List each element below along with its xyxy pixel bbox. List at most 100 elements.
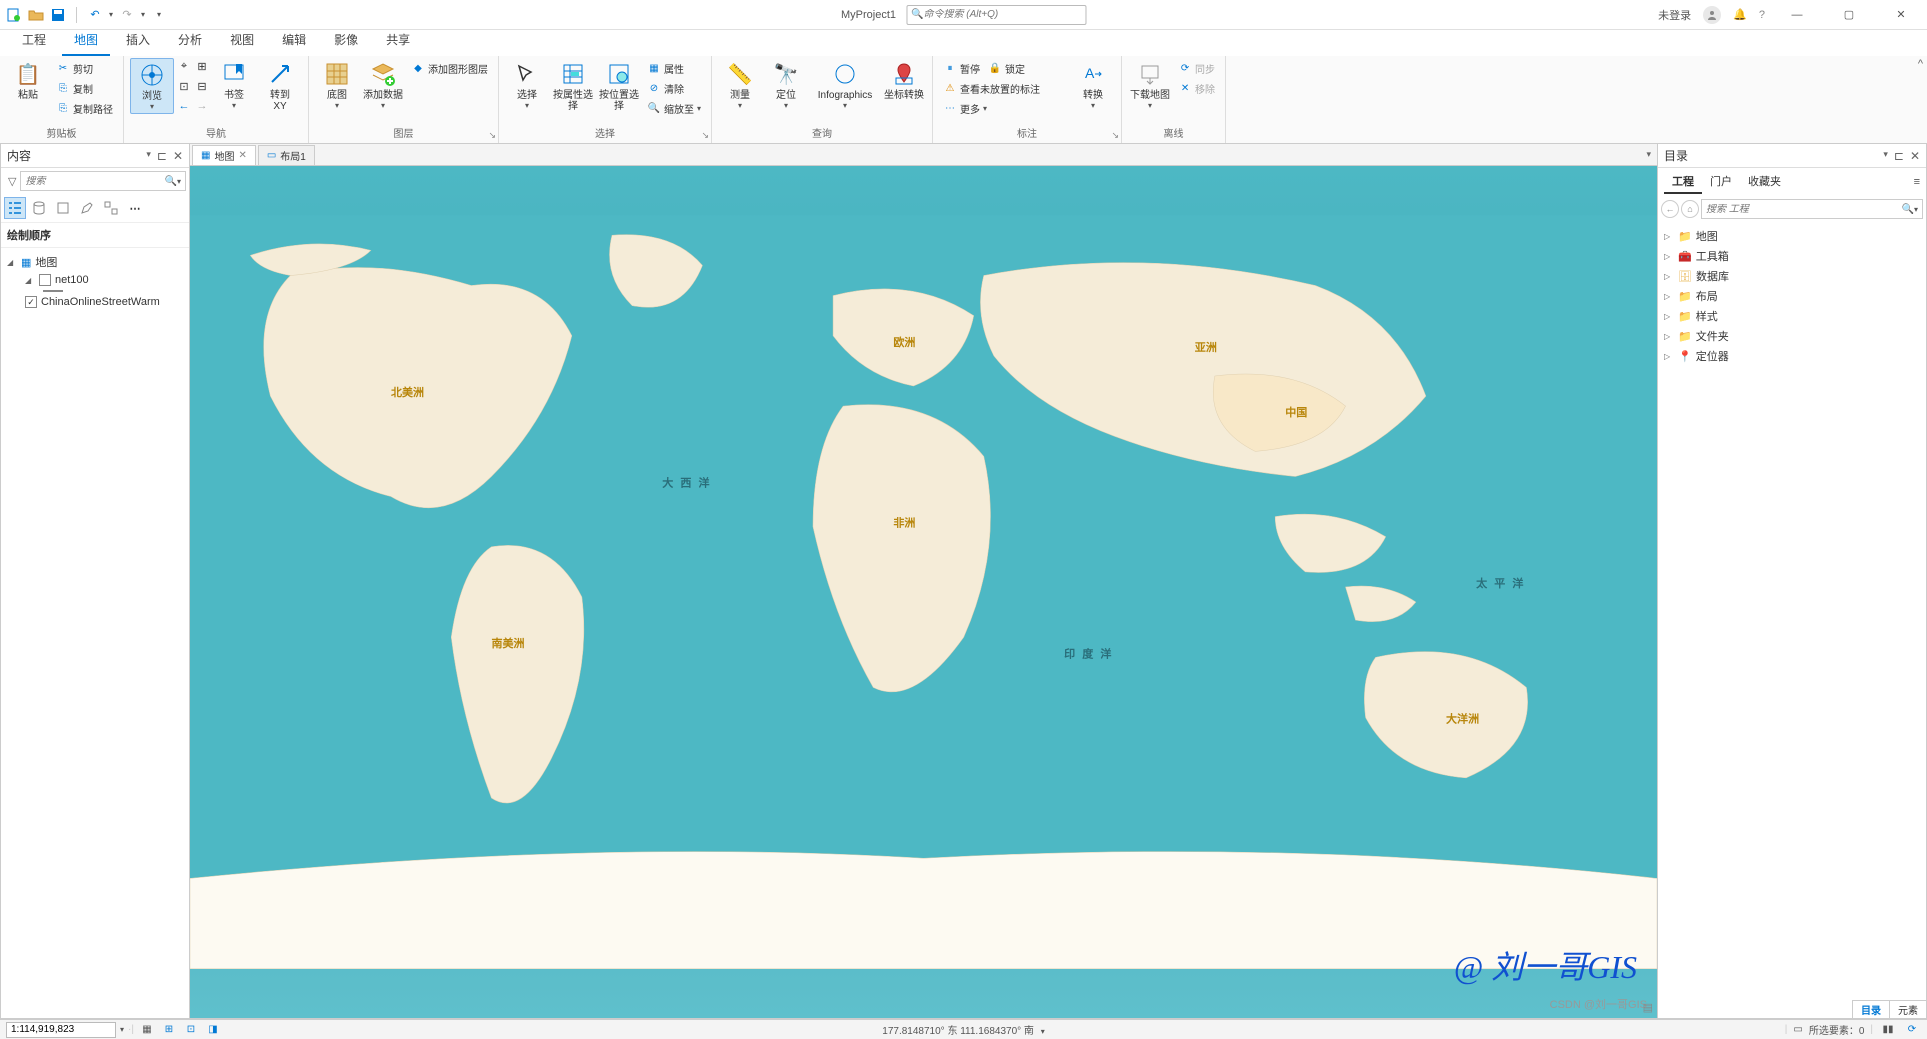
catalog-search[interactable]: 🔍 ▾ (1701, 199, 1923, 219)
layer-checkbox[interactable] (39, 274, 51, 286)
explore-dropdown[interactable]: ▾ (150, 102, 154, 111)
collapse-ribbon-icon[interactable]: ^ (1918, 58, 1923, 70)
zoom-in-icon[interactable]: ⊡ (176, 78, 192, 94)
new-project-icon[interactable] (6, 7, 22, 23)
next-extent-icon[interactable]: → (194, 98, 210, 114)
tab-project[interactable]: 工程 (10, 27, 58, 56)
scale-input[interactable] (6, 1022, 116, 1038)
map-tab-layout[interactable]: ▭ 布局1 (258, 145, 315, 165)
prev-extent-icon[interactable]: ← (176, 98, 192, 114)
refresh-icon[interactable]: ⟳ (1903, 1022, 1921, 1038)
bookmarks-button[interactable]: 书签 ▾ (212, 58, 256, 112)
map-options-icon[interactable]: ▤ (1643, 1001, 1653, 1014)
bottom-tab-catalog[interactable]: 目录 (1853, 1001, 1890, 1018)
bottom-tab-element[interactable]: 元素 (1890, 1001, 1926, 1018)
select-by-attr-button[interactable]: 按属性选择 (551, 58, 595, 114)
cut-button[interactable]: ✂剪切 (52, 58, 117, 78)
add-data-button[interactable]: 添加数据 ▾ (361, 58, 405, 112)
status-extent-icon[interactable]: ▦ (138, 1022, 156, 1038)
goto-xy-button[interactable]: 转到 XY (258, 58, 302, 114)
catalog-item-folders[interactable]: ▷📁文件夹 (1660, 326, 1924, 346)
catalog-item-databases[interactable]: ▷🗄数据库 (1660, 266, 1924, 286)
tab-map[interactable]: 地图 (62, 27, 110, 56)
pause-labels-button[interactable]: ⏸暂停 (939, 58, 984, 78)
list-by-selection-icon[interactable] (52, 197, 74, 219)
locate-dropdown[interactable]: ▾ (784, 101, 788, 110)
search-dropdown[interactable]: ▾ (177, 177, 181, 186)
copy-button[interactable]: ⎘复制 (52, 78, 117, 98)
add-graphics-button[interactable]: ◆添加图形图层 (407, 58, 492, 78)
close-button[interactable]: ✕ (1881, 1, 1921, 29)
catalog-item-toolboxes[interactable]: ▷🧰工具箱 (1660, 246, 1924, 266)
layer-net100[interactable]: ◢ net100 (3, 272, 187, 288)
zoom-out-icon[interactable]: ⊟ (194, 78, 210, 94)
status-dynamic-icon[interactable]: ◨ (204, 1022, 222, 1038)
open-project-icon[interactable] (28, 7, 44, 23)
selection-launcher-icon[interactable]: ↘ (701, 130, 709, 141)
list-by-editing-icon[interactable] (76, 197, 98, 219)
tab-edit[interactable]: 编辑 (270, 27, 318, 56)
tab-insert[interactable]: 插入 (114, 27, 162, 56)
undo-icon[interactable]: ↶ (87, 7, 103, 23)
home-icon[interactable]: ⌂ (1681, 200, 1699, 218)
login-status[interactable]: 未登录 (1658, 7, 1691, 23)
labeling-launcher-icon[interactable]: ↘ (1111, 130, 1119, 141)
view-unplaced-button[interactable]: ⚠查看未放置的标注 (939, 78, 1069, 98)
basemap-dropdown[interactable]: ▾ (335, 101, 339, 110)
bookmarks-dropdown[interactable]: ▾ (232, 101, 236, 110)
layer-launcher-icon[interactable]: ↘ (488, 130, 496, 141)
scale-dropdown[interactable]: ▾ (120, 1025, 124, 1034)
lock-labels-button[interactable]: 🔒锁定 (984, 58, 1029, 78)
undo-dropdown[interactable]: ▾ (109, 10, 113, 19)
toolbar-more-icon[interactable]: ⋯ (124, 197, 146, 219)
convert-dropdown[interactable]: ▾ (1091, 101, 1095, 110)
catalog-item-styles[interactable]: ▷📁样式 (1660, 306, 1924, 326)
layer-checkbox[interactable]: ✓ (25, 296, 37, 308)
expand-arrow-icon[interactable]: ◢ (25, 276, 35, 285)
notification-icon[interactable]: 🔔 (1733, 8, 1747, 21)
maximize-button[interactable]: ▢ (1829, 1, 1869, 29)
download-map-button[interactable]: 下载地图 ▾ (1128, 58, 1172, 112)
map-node[interactable]: ◢ ▦ 地图 (3, 252, 187, 272)
contents-search[interactable]: 🔍 ▾ (20, 171, 186, 191)
attributes-button[interactable]: ▦属性 (643, 58, 705, 78)
convert-labels-button[interactable]: A 转换 ▾ (1071, 58, 1115, 112)
select-button[interactable]: 选择 ▾ (505, 58, 549, 112)
catalog-search-input[interactable] (1706, 204, 1902, 215)
map-canvas[interactable]: 北美洲 南美洲 欧洲 非洲 亚洲 中国 大洋洲 大 西 洋 印 度 洋 太 平 … (190, 166, 1657, 1018)
sync-button[interactable]: ⟳同步 (1174, 58, 1219, 78)
tab-share[interactable]: 共享 (374, 27, 422, 56)
explore-button[interactable]: 浏览 ▾ (130, 58, 174, 114)
list-by-source-icon[interactable] (28, 197, 50, 219)
select-dropdown[interactable]: ▾ (525, 101, 529, 110)
back-icon[interactable]: ← (1661, 200, 1679, 218)
basemap-button[interactable]: 底图 ▾ (315, 58, 359, 112)
list-by-drawing-icon[interactable] (4, 197, 26, 219)
tab-imagery[interactable]: 影像 (322, 27, 370, 56)
remove-button[interactable]: ✕移除 (1174, 78, 1219, 98)
tab-view[interactable]: 视图 (218, 27, 266, 56)
tab-analysis[interactable]: 分析 (166, 27, 214, 56)
catalog-item-layouts[interactable]: ▷📁布局 (1660, 286, 1924, 306)
redo-dropdown[interactable]: ▾ (141, 10, 145, 19)
more-labels-button[interactable]: ⋯更多▾ (939, 98, 1069, 118)
list-by-snapping-icon[interactable] (100, 197, 122, 219)
paste-button[interactable]: 📋 粘贴 (6, 58, 50, 103)
pause-drawing-icon[interactable]: ▮▮ (1879, 1022, 1897, 1038)
close-panel-icon[interactable]: ✕ (173, 149, 183, 163)
contents-search-input[interactable] (25, 176, 164, 187)
redo-icon[interactable]: ↷ (119, 7, 135, 23)
infographics-dropdown[interactable]: ▾ (843, 101, 847, 110)
command-search-input[interactable] (923, 9, 1081, 20)
zoom-to-button[interactable]: 🔍缩放至▾ (643, 98, 705, 118)
catalog-item-locators[interactable]: ▷📍定位器 (1660, 346, 1924, 366)
zoom-fixed-icon[interactable]: ⊞ (194, 58, 210, 74)
full-extent-icon[interactable]: ⌖ (176, 58, 192, 74)
measure-dropdown[interactable]: ▾ (738, 101, 742, 110)
minimize-button[interactable]: — (1777, 1, 1817, 29)
catalog-tab-favorites[interactable]: 收藏夹 (1740, 170, 1789, 194)
command-search[interactable]: 🔍 (906, 5, 1086, 25)
catalog-tab-project[interactable]: 工程 (1664, 170, 1702, 194)
qat-customize[interactable]: ▾ (157, 10, 161, 19)
add-data-dropdown[interactable]: ▾ (381, 101, 385, 110)
